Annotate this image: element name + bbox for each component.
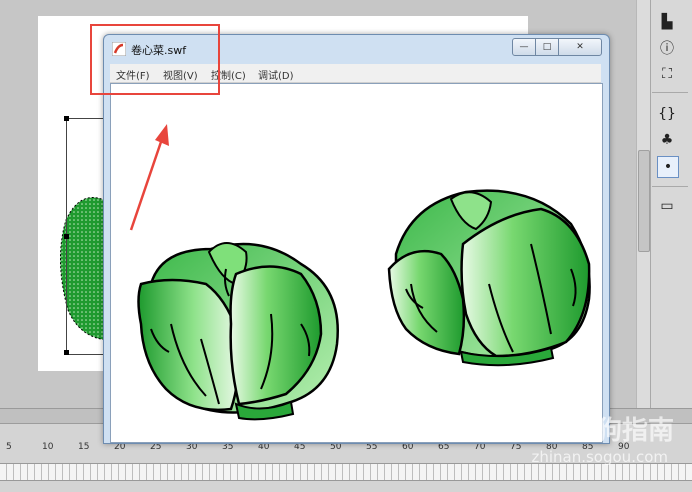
- library-icon[interactable]: ▭: [657, 196, 677, 216]
- cabbage-left: [137, 242, 339, 421]
- transform-icon[interactable]: ⛶: [657, 64, 677, 84]
- ruler-tick-label: 15: [78, 442, 90, 452]
- selection-handle[interactable]: [64, 234, 69, 239]
- watermark-brand: 搜狗指南: [569, 416, 674, 446]
- info-icon[interactable]: ⓘ: [657, 38, 677, 58]
- ruler-tick-label: 10: [42, 442, 54, 452]
- align-icon[interactable]: ▙: [657, 12, 677, 32]
- annotation-highlight-box: [90, 24, 220, 95]
- swf-player-window: 卷心菜.swf — □ ✕ 文件(F) 视图(V) 控制(C) 调试(D): [103, 34, 610, 444]
- menu-debug[interactable]: 调试(D): [258, 67, 294, 82]
- annotation-arrow: [129, 124, 169, 231]
- panel-divider: [652, 92, 688, 93]
- minimize-button[interactable]: —: [512, 38, 536, 56]
- selection-handle[interactable]: [64, 116, 69, 121]
- selection-handle[interactable]: [64, 350, 69, 355]
- watermark-url: zhinan.sogou.com: [531, 448, 668, 466]
- panel-divider: [652, 186, 688, 187]
- scrollbar-thumb[interactable]: [638, 150, 650, 252]
- close-button[interactable]: ✕: [558, 38, 602, 56]
- components-icon[interactable]: ♣: [657, 130, 677, 150]
- motion-icon[interactable]: •: [657, 156, 679, 178]
- cabbage-right: [387, 189, 591, 367]
- code-icon[interactable]: {}: [657, 104, 677, 124]
- movie-content: [110, 83, 603, 443]
- ruler-tick-label: 5: [6, 442, 12, 452]
- cabbage-illustration: [137, 189, 591, 421]
- maximize-button[interactable]: □: [535, 38, 559, 56]
